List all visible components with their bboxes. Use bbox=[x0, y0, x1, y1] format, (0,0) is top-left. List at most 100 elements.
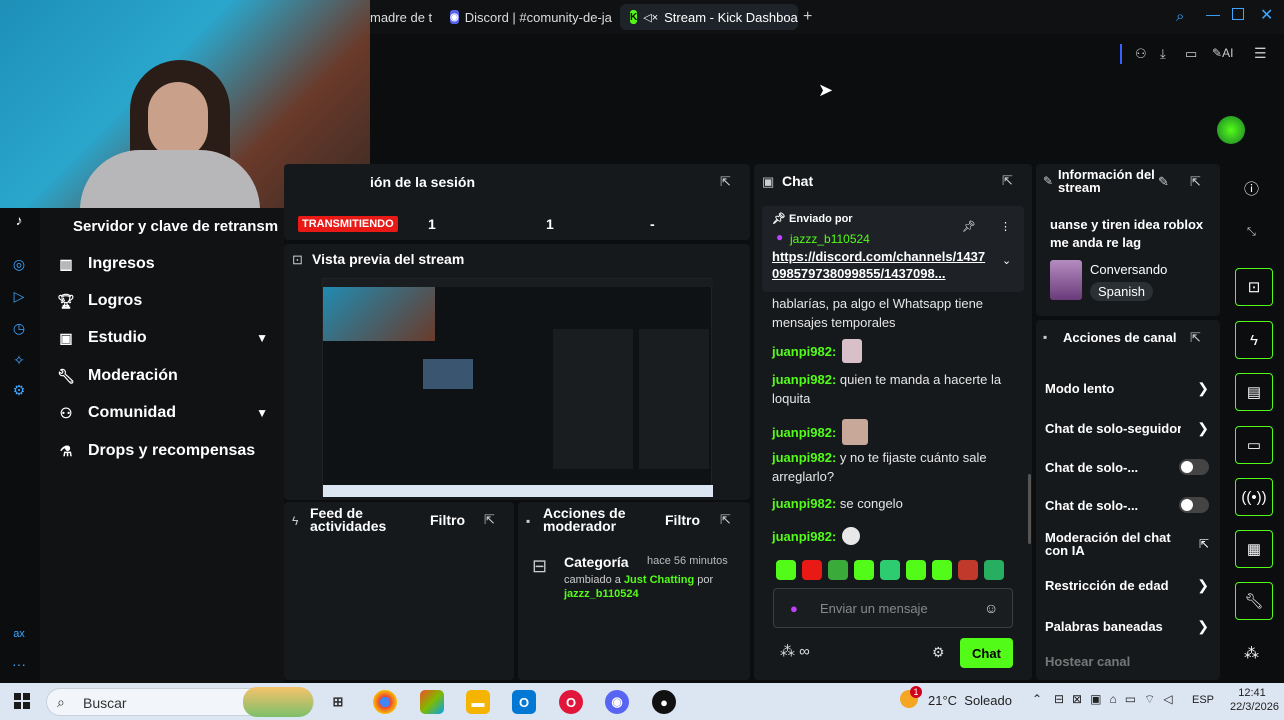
gear-icon[interactable]: ⚙ bbox=[932, 644, 945, 661]
message-user[interactable]: juanpi982: bbox=[772, 450, 836, 465]
extensions-icon[interactable]: ⁂ bbox=[1244, 644, 1259, 662]
menu-ingresos[interactable]: ▥ Ingresos bbox=[58, 250, 268, 278]
clock-icon[interactable]: ◷ bbox=[10, 320, 28, 338]
toggle-switch[interactable] bbox=[1179, 497, 1209, 513]
action-slow-mode[interactable]: Modo lento ❯ bbox=[1045, 378, 1209, 398]
new-tab-button[interactable]: + bbox=[803, 8, 812, 26]
popout-icon[interactable]: ⇱ bbox=[720, 174, 731, 190]
send-icon[interactable]: ▷ bbox=[10, 288, 28, 306]
tiktok-icon[interactable]: ♪ bbox=[10, 212, 28, 230]
menu-comunidad[interactable]: ⚇ Comunidad ▼ bbox=[58, 399, 268, 427]
unpin-icon[interactable]: 📌︎ bbox=[962, 220, 976, 233]
windows-start-icon[interactable] bbox=[14, 693, 30, 709]
emote-icon[interactable] bbox=[906, 560, 926, 580]
weather-text[interactable]: 21°C Soleado bbox=[928, 693, 1012, 708]
opera-gx-icon[interactable]: O bbox=[559, 690, 583, 714]
send-chat-button[interactable]: Chat bbox=[960, 638, 1013, 668]
avatar[interactable] bbox=[1217, 116, 1245, 144]
tab-discord[interactable]: ◉ Discord | #comunity-de-ja bbox=[440, 4, 612, 30]
action-ai-moderation[interactable]: Moderación del chat con IA ⇱ bbox=[1045, 530, 1209, 558]
taskbar-clock[interactable]: 12:41 22/3/2026 bbox=[1230, 686, 1279, 714]
menu-icon[interactable]: ☰ bbox=[1254, 45, 1267, 62]
speaker-muted-icon[interactable]: ◁× bbox=[643, 11, 658, 24]
message-user[interactable]: juanpi982: bbox=[772, 423, 836, 442]
emote-icon[interactable] bbox=[776, 560, 796, 580]
toggle-switch[interactable] bbox=[1179, 459, 1209, 475]
language-indicator[interactable]: ESP bbox=[1192, 694, 1214, 706]
chat-toggle-button[interactable]: ▭ bbox=[1235, 426, 1273, 464]
chat-scrollbar[interactable] bbox=[1028, 474, 1031, 544]
taskbar-search[interactable]: ⌕ Buscar bbox=[46, 687, 314, 717]
mod-entry-user[interactable]: jazzz_b110524 bbox=[564, 588, 639, 600]
task-view-icon[interactable]: ⊞ bbox=[326, 690, 350, 714]
ai-button[interactable]: ✎AI bbox=[1212, 46, 1233, 60]
popout-icon[interactable]: ⇱ bbox=[484, 512, 495, 528]
emoji-icon[interactable]: ☺ bbox=[984, 600, 998, 616]
message-user[interactable]: juanpi982: bbox=[772, 527, 836, 546]
emote-icon[interactable] bbox=[958, 560, 978, 580]
menu-estudio[interactable]: ▣ Estudio ▼ bbox=[58, 324, 268, 352]
action-banned-words[interactable]: Palabras baneadas ❯ bbox=[1045, 616, 1209, 636]
more-icon[interactable]: ⋮ bbox=[1000, 220, 1011, 233]
action-followers-only[interactable]: Chat de solo-seguidores ❯ bbox=[1045, 418, 1209, 438]
notes-button[interactable]: ▤ bbox=[1235, 373, 1273, 411]
menu-logros[interactable]: 🏆︎ Logros bbox=[57, 287, 268, 315]
broadcast-button[interactable]: ((•)) bbox=[1235, 478, 1273, 516]
emote-icon[interactable] bbox=[932, 560, 952, 580]
menu-drops[interactable]: ⚗︎ Drops y recompensas bbox=[58, 437, 268, 465]
puzzle-icon[interactable]: ✧ bbox=[10, 352, 28, 370]
tab-kick-dashboard[interactable]: K ◁× Stream - Kick Dashboa bbox=[620, 4, 798, 30]
feed-filter-button[interactable]: Filtro bbox=[430, 512, 465, 528]
search-icon[interactable]: ⌕ bbox=[1176, 8, 1184, 25]
tab-madre[interactable]: madre de t bbox=[360, 4, 432, 30]
chevron-down-icon[interactable]: ⌄ bbox=[1002, 254, 1011, 267]
download-icon[interactable]: ⤓ bbox=[1160, 46, 1166, 62]
category-name[interactable]: Conversando bbox=[1090, 262, 1167, 277]
chat-settings-icon[interactable]: ⁂ ∞ bbox=[780, 642, 810, 660]
edit-icon[interactable]: ✎ bbox=[1158, 174, 1169, 190]
collapse-icon[interactable]: ⤡ bbox=[1247, 226, 1256, 239]
pinned-link[interactable]: https://discord.com/channels/14370985797… bbox=[772, 248, 992, 282]
settings-icon[interactable]: ⚙ bbox=[10, 382, 28, 400]
message-user[interactable]: juanpi982: bbox=[772, 496, 836, 511]
file-explorer-icon[interactable]: ▬ bbox=[466, 690, 490, 714]
discord-icon[interactable]: ◉ bbox=[605, 690, 629, 714]
menu-moderacion[interactable]: 🔧︎ Moderación bbox=[57, 362, 268, 390]
layout-button[interactable]: ▦ bbox=[1235, 530, 1273, 568]
pinned-user[interactable]: jazzz_b110524 bbox=[790, 232, 870, 246]
mod-entry-category[interactable]: Just Chatting bbox=[624, 574, 694, 586]
tools-button[interactable]: 🔧︎ bbox=[1235, 582, 1273, 620]
mod-filter-button[interactable]: Filtro bbox=[665, 512, 700, 528]
minimize-icon[interactable]: — bbox=[1206, 6, 1220, 22]
emote-icon[interactable] bbox=[828, 560, 848, 580]
popout-icon[interactable]: ⇱ bbox=[720, 512, 731, 528]
more-icon[interactable]: ··· bbox=[10, 656, 28, 674]
chat-input[interactable]: ● Enviar un mensaje ☺ bbox=[773, 588, 1013, 628]
clip-button[interactable]: ⊡ bbox=[1235, 268, 1273, 306]
popout-icon[interactable]: ⇱ bbox=[1002, 173, 1013, 189]
chrome-icon[interactable] bbox=[373, 690, 397, 714]
restore-icon[interactable] bbox=[1232, 8, 1244, 20]
popout-icon[interactable]: ⇱ bbox=[1190, 330, 1201, 346]
stream-preview-video[interactable] bbox=[322, 278, 713, 497]
stream-key-link[interactable]: Servidor y clave de retransm bbox=[73, 218, 278, 235]
category-thumbnail[interactable] bbox=[1050, 260, 1082, 300]
message-user[interactable]: juanpi982: bbox=[772, 372, 836, 387]
emote-icon[interactable] bbox=[880, 560, 900, 580]
emote-icon[interactable] bbox=[802, 560, 822, 580]
extension-icon[interactable]: ax bbox=[10, 628, 28, 646]
action-age-restriction[interactable]: Restricción de edad ❯ bbox=[1045, 575, 1209, 595]
circle-play-icon[interactable]: ◎ bbox=[10, 256, 28, 274]
info-icon[interactable]: ⓘ bbox=[1244, 178, 1259, 199]
tray-chevron-icon[interactable]: ⌃ bbox=[1032, 692, 1042, 706]
account-icon[interactable]: ⚇ bbox=[1135, 46, 1147, 62]
copilot-icon[interactable] bbox=[420, 690, 444, 714]
quick-action-button[interactable]: ϟ bbox=[1235, 321, 1273, 359]
message-user[interactable]: juanpi982: bbox=[772, 342, 836, 361]
outlook-icon[interactable]: O bbox=[512, 690, 536, 714]
obs-icon[interactable]: ● bbox=[652, 690, 676, 714]
action-host-channel[interactable]: Hostear canal bbox=[1045, 654, 1130, 669]
emote-icon[interactable] bbox=[854, 560, 874, 580]
popout-icon[interactable]: ⇱ bbox=[1190, 174, 1201, 190]
system-tray-icons[interactable]: ⊟⊠▣⌂▭⌔◁ bbox=[1054, 692, 1181, 707]
